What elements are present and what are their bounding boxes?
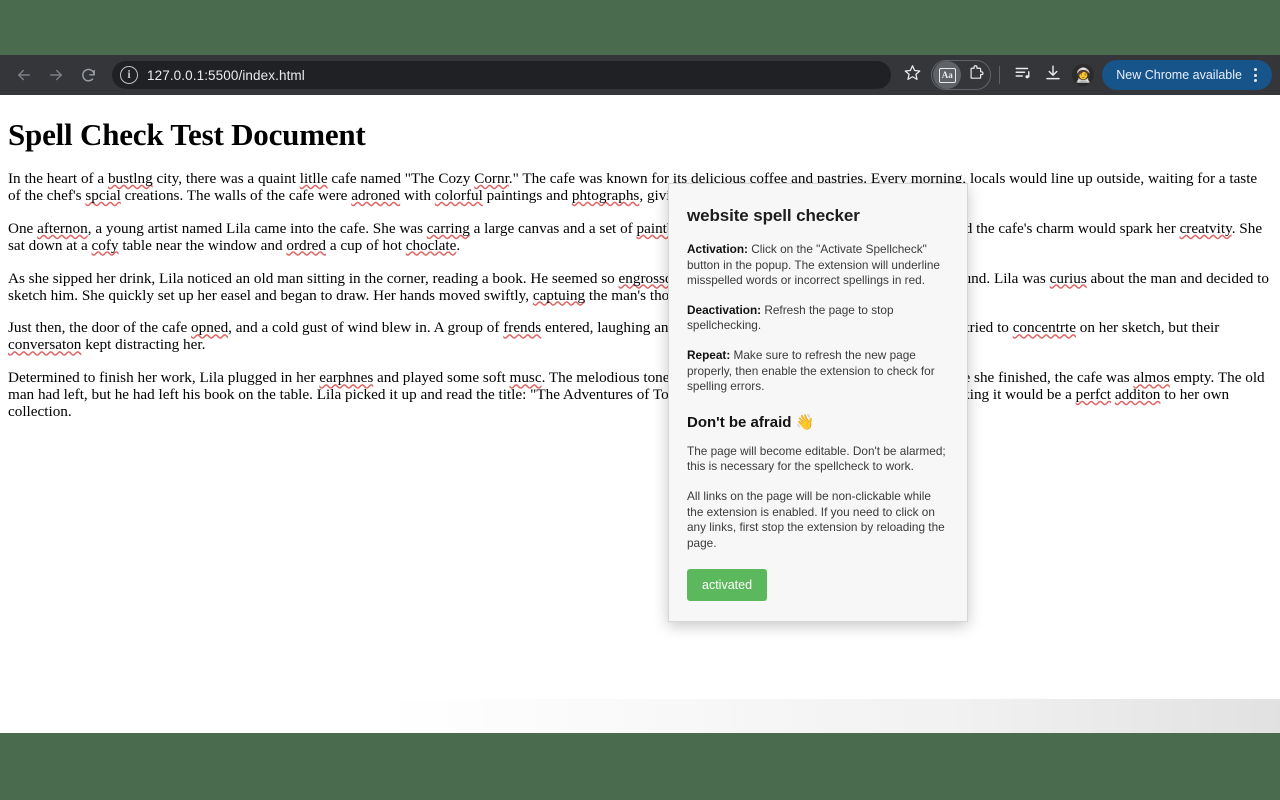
misspelled-word: perfct: [1075, 386, 1112, 404]
misspelled-word: afternon: [37, 219, 88, 237]
text-run: city, there was a quaint: [152, 170, 300, 187]
aa-icon: Aa: [938, 67, 956, 83]
misspelled-word: frends: [503, 319, 542, 337]
bookmark-button[interactable]: [897, 60, 927, 90]
popup-section-deactivation: Deactivation: Refresh the page to stop s…: [687, 303, 949, 334]
misspelled-word: adroned: [351, 186, 401, 204]
url-text: 127.0.0.1:5500/index.html: [147, 67, 305, 83]
popup-title: website spell checker: [687, 206, 860, 225]
chrome-update-button[interactable]: New Chrome available: [1102, 60, 1272, 90]
text-run: paintings and: [482, 186, 572, 204]
text-run: and played some soft: [373, 369, 510, 387]
browser-toolbar: i 127.0.0.1:5500/index.html Aa: [0, 55, 1280, 95]
misspelled-word: phtographs: [571, 186, 640, 204]
popup-section-repeat-label: Repeat:: [687, 347, 731, 362]
reading-list-button[interactable]: [1008, 60, 1038, 90]
popup-subheading: Don't be afraid 👋: [687, 413, 815, 431]
misspelled-word: cofy: [91, 236, 119, 254]
document-paragraph: As she sipped her drink, Lila noticed an…: [8, 269, 1272, 305]
text-run: kept distracting her.: [81, 336, 206, 354]
text-run: a cup of hot: [326, 236, 406, 254]
extension-popup: website spell checker Activation: Click …: [668, 183, 968, 623]
downloads-button[interactable]: [1038, 60, 1068, 90]
misspelled-word: colorful: [434, 186, 483, 204]
misspelled-word: curius: [1049, 269, 1087, 287]
page-viewport: Spell Check Test Document In the heart o…: [0, 95, 1280, 733]
toolbar-divider: [999, 66, 1001, 84]
misspelled-word: spcial: [85, 186, 121, 204]
page-title: Spell Check Test Document: [8, 117, 366, 152]
chrome-update-label: New Chrome available: [1116, 68, 1242, 82]
download-icon: [1044, 64, 1062, 87]
avatar-icon: 🧑‍🚀: [1074, 66, 1092, 83]
misspelled-word: captuing: [532, 286, 586, 304]
misspelled-word: engrossd: [618, 269, 673, 287]
screen: i 127.0.0.1:5500/index.html Aa: [0, 0, 1280, 800]
misspelled-word: ordred: [286, 236, 327, 254]
misspelled-word: additon: [1114, 386, 1161, 404]
document-paragraph: Determined to finish her work, Lila plug…: [8, 369, 1272, 421]
profile-avatar[interactable]: 🧑‍🚀: [1072, 64, 1095, 86]
misspelled-word: opned: [191, 319, 229, 337]
text-run: Just then, the door of the cafe: [8, 319, 192, 337]
document-body[interactable]: Spell Check Test Document In the heart o…: [0, 95, 1280, 421]
text-run: .: [456, 236, 461, 254]
forward-button[interactable]: [40, 59, 72, 91]
spellcheck-extension-button[interactable]: Aa: [933, 61, 962, 89]
document-paragraph: In the heart of a bustlng city, there wa…: [8, 170, 1272, 205]
misspelled-word: concentrte: [1012, 319, 1076, 337]
text-run: table near the window and: [118, 236, 287, 254]
text-run: ." The cafe was known for its: [508, 170, 692, 187]
text-run: on her sketch, but their: [1075, 319, 1220, 337]
popup-section-repeat: Repeat: Make sure to refresh the new pag…: [687, 348, 949, 395]
star-icon: [904, 64, 921, 86]
text-run: , and a cold gust of wind blew in. A gro…: [228, 319, 504, 337]
text-run: a large canvas and a set of: [469, 219, 637, 237]
text-run: One: [8, 219, 38, 237]
back-button[interactable]: [8, 59, 40, 91]
text-run: As she sipped her drink, Lila noticed an…: [8, 269, 619, 287]
misspelled-word: musc: [509, 369, 542, 387]
text-run: In the heart of a: [8, 170, 108, 187]
misspelled-word: Cornr: [474, 170, 509, 187]
popup-note-editable: The page will become editable. Don't be …: [687, 443, 946, 474]
reading-list-icon: [1014, 64, 1032, 87]
text-run: creations. The walls of the cafe were: [120, 186, 352, 204]
document-paragraph: Just then, the door of the cafe opned, a…: [8, 319, 1272, 354]
reload-button[interactable]: [72, 59, 104, 91]
address-bar[interactable]: i 127.0.0.1:5500/index.html: [112, 61, 892, 89]
site-info-icon[interactable]: i: [120, 66, 138, 84]
document-paragraphs: In the heart of a bustlng city, there wa…: [8, 170, 1272, 421]
activated-button[interactable]: activated: [687, 569, 768, 602]
browser-window: i 127.0.0.1:5500/index.html Aa: [0, 55, 1280, 733]
page-bottom-shadow: [0, 699, 1280, 733]
misspelled-word: bustlng: [107, 170, 153, 187]
extension-pill: Aa: [931, 60, 992, 90]
misspelled-word: almos: [1133, 369, 1170, 387]
misspelled-word: choclate: [405, 236, 457, 254]
misspelled-word: litlle: [299, 170, 328, 187]
misspelled-word: creatvity: [1179, 219, 1232, 237]
popup-note-links: All links on the page will be non-clicka…: [687, 488, 945, 550]
text-run: , a young artist named Lila came into th…: [87, 219, 427, 237]
document-paragraph: One afternon, a young artist named Lila …: [8, 219, 1272, 255]
text-run: with: [400, 186, 435, 204]
three-dot-menu-icon[interactable]: [1244, 63, 1266, 87]
reload-icon: [80, 67, 97, 84]
back-arrow-icon: [15, 66, 33, 84]
extensions-button[interactable]: [961, 61, 989, 89]
popup-section-activation: Activation: Click on the "Activate Spell…: [687, 242, 949, 289]
misspelled-word: conversaton: [8, 336, 82, 354]
misspelled-word: carring: [426, 219, 470, 237]
text-run: Determined to finish her work, Lila plug…: [8, 369, 320, 387]
text-run: cafe named "The Cozy: [327, 170, 475, 187]
forward-arrow-icon: [47, 66, 65, 84]
misspelled-word: earphnes: [319, 369, 374, 387]
puzzle-piece-icon: [967, 64, 984, 86]
popup-section-activation-label: Activation:: [687, 242, 748, 256]
popup-section-deactivation-label: Deactivation:: [687, 302, 762, 317]
